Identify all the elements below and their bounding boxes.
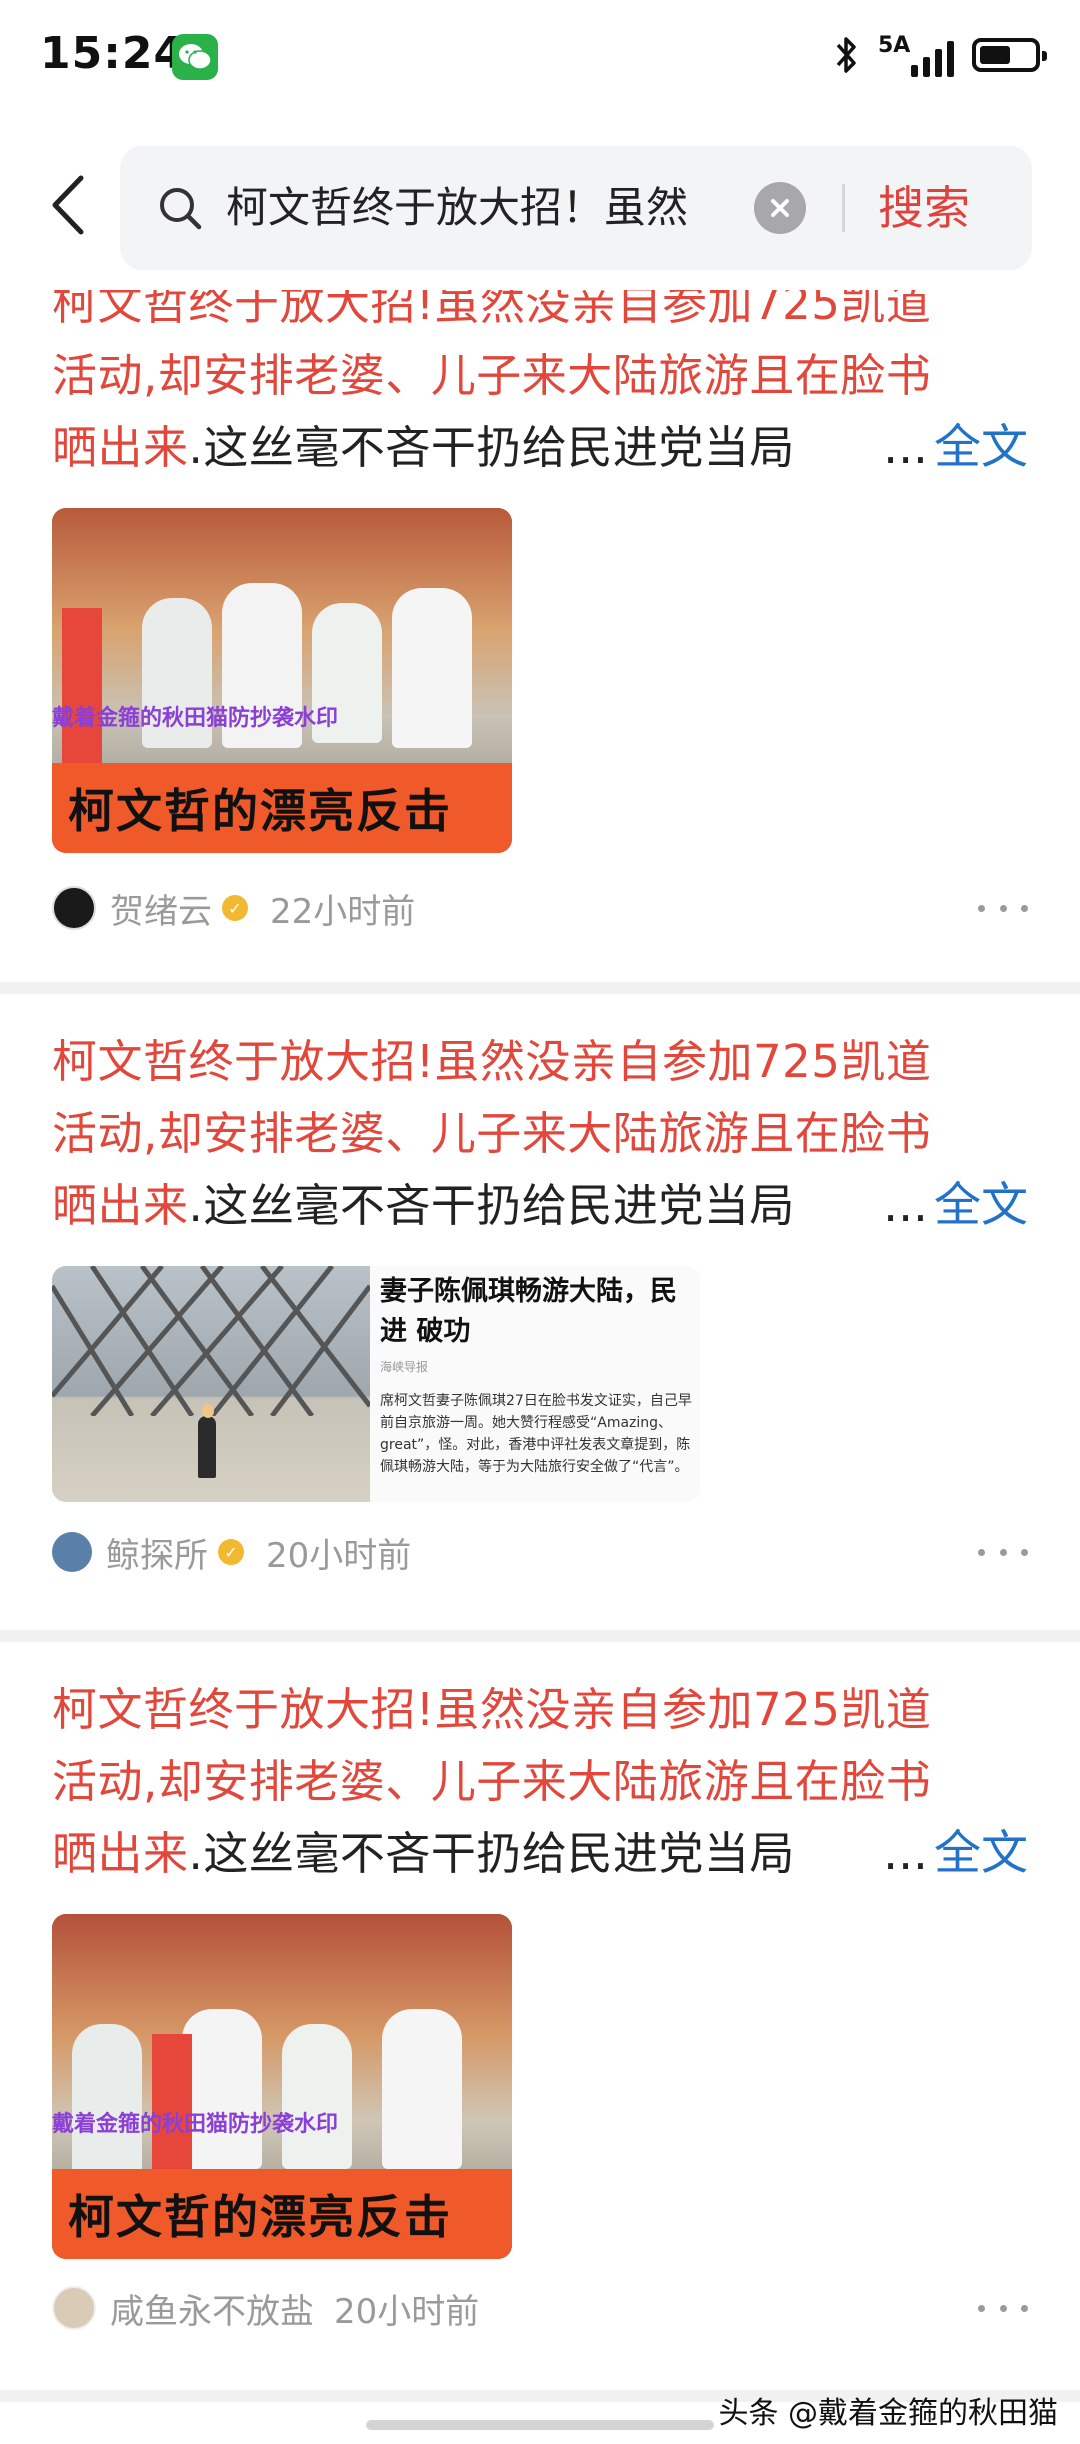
result-meta: 咸鱼永不放盐 20小时前 [52, 2280, 479, 2336]
image-caption: 柯文哲的漂亮反击 [52, 2169, 512, 2259]
search-button[interactable]: 搜索 [878, 172, 970, 244]
search-results: 柯文哲终于放大招!虽然没亲自参加725凯道 活动,却安排老婆、儿子来大陆旅游且在… [0, 290, 1080, 2444]
search-box[interactable]: 柯文哲终于放大招！虽然 搜索 [120, 146, 1032, 270]
author-name[interactable]: 贺绪云 [110, 884, 212, 933]
read-full-link[interactable]: ... 全文 [873, 412, 1028, 484]
back-button[interactable] [44, 170, 94, 240]
title-line: 柯文哲终于放大招!虽然没亲自参加725凯道 [52, 1035, 932, 1088]
verified-icon: ✓ [218, 1539, 244, 1565]
result-meta: 鲸探所 ✓ 20小时前 [52, 1524, 411, 1580]
section-divider [0, 982, 1080, 994]
ellipsis: ... [883, 1178, 928, 1233]
result-image[interactable]: 妻子陈佩琪畅游大陆，民进 破功 海峡导报 席柯文哲妻子陈佩琪27日在脸书发文证实… [52, 1266, 700, 1502]
battery-icon [972, 38, 1047, 72]
back-icon [52, 175, 84, 235]
verified-icon: ✓ [222, 895, 248, 921]
post-time: 20小时前 [266, 1535, 412, 1576]
home-indicator[interactable] [366, 2420, 714, 2430]
wechat-icon [172, 34, 218, 80]
search-icon [160, 188, 202, 230]
status-bar: 15:24 5A [0, 0, 1080, 110]
signal-icon: 5A [878, 33, 954, 77]
divider [842, 184, 845, 232]
title-line: 活动,却安排老婆、儿子来大陆旅游且在脸书 [52, 349, 932, 402]
footer-watermark: 头条 @戴着金箍的秋田猫 [718, 2396, 1058, 2431]
title-line: 活动,却安排老婆、儿子来大陆旅游且在脸书 [52, 1755, 932, 1808]
title-line: 活动,却安排老婆、儿子来大陆旅游且在脸书 [52, 1107, 932, 1160]
author-name[interactable]: 鲸探所 [106, 1528, 208, 1577]
image-watermark: 戴着金箍的秋田猫防抄袭水印 [52, 706, 339, 731]
result-meta: 贺绪云 ✓ 22小时前 [52, 880, 415, 936]
more-options-icon[interactable] [978, 888, 1028, 928]
avatar[interactable] [52, 1532, 92, 1572]
more-options-icon[interactable] [978, 2288, 1028, 2328]
read-full-link[interactable]: ... 全文 [873, 1170, 1028, 1242]
author-name[interactable]: 咸鱼永不放盐 [110, 2284, 314, 2333]
title-line: 柯文哲终于放大招!虽然没亲自参加725凯道 [52, 1683, 932, 1736]
ellipsis: ... [883, 420, 928, 475]
news-source: 海峡导报 [380, 1360, 429, 1374]
image-watermark: 戴着金箍的秋田猫防抄袭水印 [52, 2112, 339, 2137]
bluetooth-icon [836, 37, 856, 73]
avatar[interactable] [52, 2286, 96, 2330]
post-time: 22小时前 [270, 891, 416, 932]
post-time: 20小时前 [334, 2291, 480, 2332]
clear-button[interactable] [754, 182, 806, 234]
more-options-icon[interactable] [978, 1532, 1028, 1572]
news-body: 席柯文哲妻子陈佩琪27日在脸书发文证实，自己早前自京旅游一周。她大赞行程感受“A… [380, 1393, 692, 1475]
image-caption: 柯文哲的漂亮反击 [52, 763, 512, 853]
avatar[interactable] [52, 886, 96, 930]
result-image[interactable]: 戴着金箍的秋田猫防抄袭水印 柯文哲的漂亮反击 [52, 1914, 512, 2259]
clear-icon [771, 199, 789, 217]
section-divider [0, 1630, 1080, 1642]
ellipsis: ... [883, 1826, 928, 1881]
read-full-link[interactable]: ... 全文 [873, 1818, 1028, 1890]
status-time: 15:24 [40, 28, 186, 79]
news-headline: 妻子陈佩琪畅游大陆，民进 破功 [380, 1276, 677, 1347]
title-line: 柯文哲终于放大招!虽然没亲自参加725凯道 [52, 290, 932, 330]
news-clipping: 妻子陈佩琪畅游大陆，民进 破功 海峡导报 席柯文哲妻子陈佩琪27日在脸书发文证实… [370, 1266, 700, 1502]
result-image[interactable]: 戴着金箍的秋田猫防抄袭水印 柯文哲的漂亮反击 [52, 508, 512, 853]
